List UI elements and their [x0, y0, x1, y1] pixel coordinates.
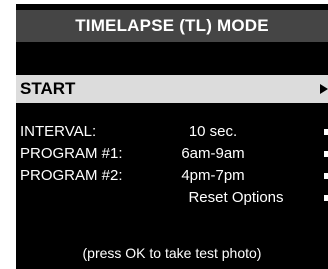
program-1-label: PROGRAM #1: — [20, 145, 123, 162]
start-label: START — [20, 79, 76, 98]
menu-item-program-1[interactable]: PROGRAM #1: 6am-9am — [16, 143, 328, 165]
arrow-right-icon — [320, 84, 328, 94]
menu-item-reset-options[interactable]: Reset Options — [16, 187, 328, 209]
interval-label: INTERVAL: — [20, 123, 97, 140]
menu-item-program-2[interactable]: PROGRAM #2: 4pm-7pm — [16, 165, 328, 187]
program-2-label: PROGRAM #2: — [20, 167, 123, 184]
menu-item-interval[interactable]: INTERVAL: 10 sec. — [16, 121, 328, 143]
submenu-marker-icon — [324, 195, 328, 201]
page-title: TIMELAPSE (TL) MODE — [16, 10, 328, 42]
title-text: TIMELAPSE (TL) MODE — [75, 16, 269, 35]
reset-options-label: Reset Options — [188, 189, 284, 206]
camera-menu-screen: TIMELAPSE (TL) MODE START INTERVAL: 10 s… — [16, 4, 328, 269]
program-1-value: 6am-9am — [181, 145, 245, 162]
submenu-marker-icon — [324, 151, 328, 157]
program-2-value: 4pm-7pm — [181, 167, 245, 184]
start-menu-item[interactable]: START — [16, 75, 328, 103]
submenu-marker-icon — [324, 129, 328, 135]
test-photo-hint: (press OK to take test photo) — [82, 245, 262, 261]
submenu-marker-icon — [324, 173, 328, 179]
interval-value: 10 sec. — [188, 123, 238, 140]
